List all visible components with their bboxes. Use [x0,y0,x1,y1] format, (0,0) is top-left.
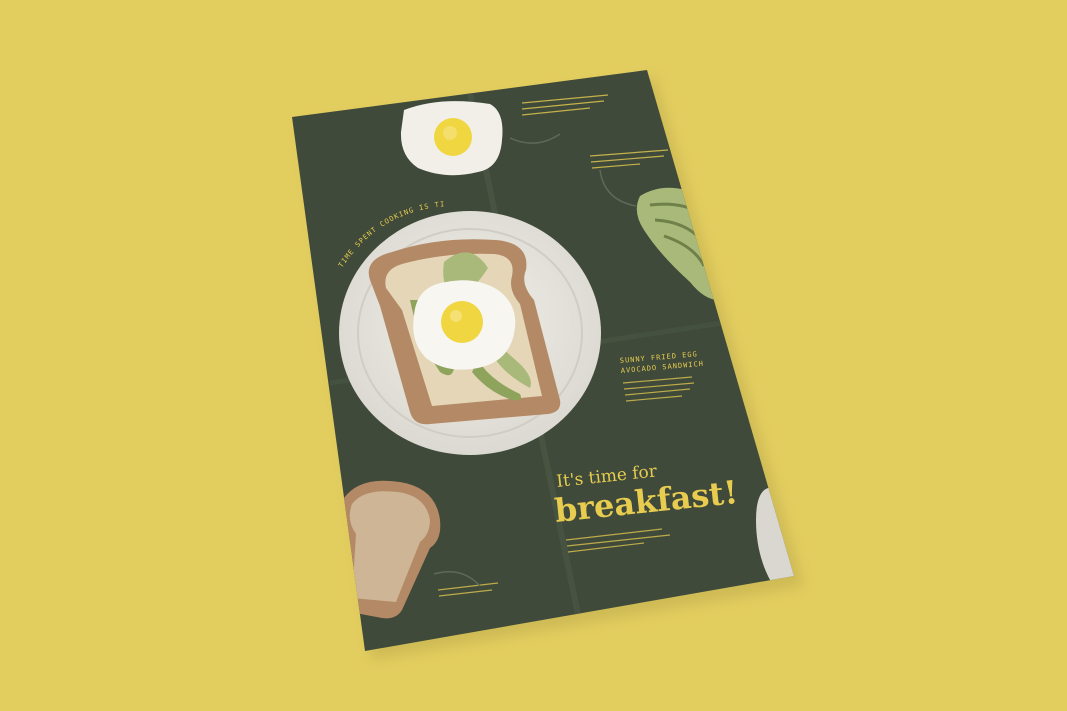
fried-egg-icon [400,101,503,176]
plate-with-toast [339,211,601,455]
poster-mockup-scene: TIME SPENT COOKING IS TIME WELL SPENT. [292,70,804,660]
